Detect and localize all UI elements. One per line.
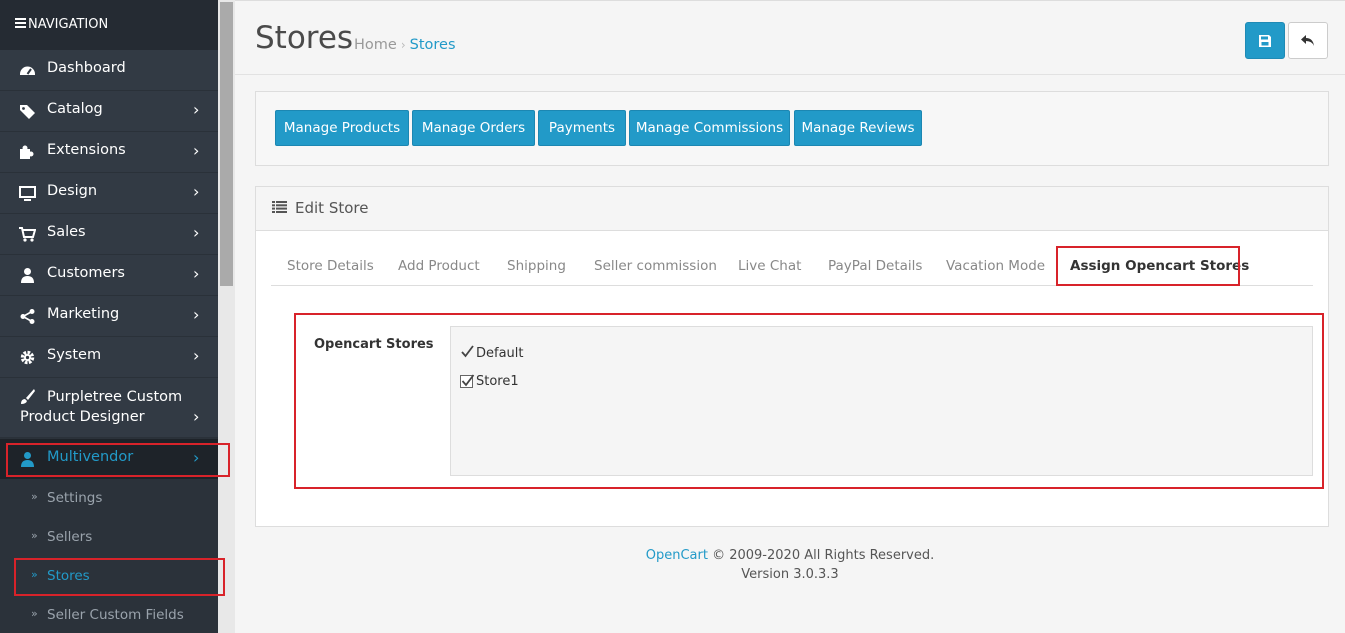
chevron-right-icon: › (193, 100, 200, 119)
tab-add-product[interactable]: Add Product (398, 258, 480, 274)
double-chevron-icon: » (31, 607, 38, 620)
sidebar-item-system[interactable]: System › (0, 337, 218, 378)
page-title: Stores (255, 20, 354, 56)
sidebar-item-label: Customers (47, 265, 125, 281)
panel-heading: Edit Store (256, 187, 1328, 231)
chevron-right-icon: › (193, 407, 200, 426)
version-text: Version 3.0.3.3 (741, 567, 839, 582)
copyright-text: © 2009-2020 All Rights Reserved. (712, 548, 935, 563)
sidebar-item-label: Multivendor (47, 449, 134, 465)
share-icon (19, 308, 36, 325)
opencart-stores-label: Opencart Stores (314, 337, 434, 352)
sidebar-item-customers[interactable]: Customers › (0, 255, 218, 296)
sidebar-item-dashboard[interactable]: Dashboard (0, 50, 218, 91)
sidebar-subitem-label: Stores (47, 568, 90, 584)
save-icon (1259, 34, 1271, 47)
manage-products-button[interactable]: Manage Products (275, 110, 409, 146)
puzzle-icon (19, 144, 36, 161)
manage-commissions-button[interactable]: Manage Commissions (629, 110, 790, 146)
sidebar-item-design[interactable]: Design › (0, 173, 218, 214)
double-chevron-icon: » (31, 529, 38, 542)
sidebar-item-sales[interactable]: Sales › (0, 214, 218, 255)
checkbox-default[interactable] (460, 345, 474, 360)
tags-icon (19, 103, 36, 120)
tab-assign-opencart-stores[interactable]: Assign Opencart Stores (1070, 258, 1249, 274)
chevron-right-icon: › (193, 223, 200, 242)
payments-button[interactable]: Payments (538, 110, 626, 146)
double-chevron-icon: » (31, 490, 38, 503)
back-button[interactable] (1288, 22, 1328, 59)
sidebar-subitem-label: Sellers (47, 529, 93, 545)
tab-shipping[interactable]: Shipping (507, 258, 566, 274)
footer: OpenCart © 2009-2020 All Rights Reserved… (235, 546, 1345, 584)
tab-seller-commission[interactable]: Seller commission (594, 258, 717, 274)
sidebar-subitem-sellers[interactable]: » Sellers (0, 518, 218, 557)
sidebar-item-marketing[interactable]: Marketing › (0, 296, 218, 337)
panel-title: Edit Store (295, 199, 369, 217)
manage-orders-button[interactable]: Manage Orders (412, 110, 535, 146)
checkbox-store1[interactable] (460, 374, 475, 388)
breadcrumb-home[interactable]: Home (354, 37, 397, 53)
chevron-right-icon: › (193, 305, 200, 324)
sidebar-item-label: Design (47, 183, 98, 199)
sidebar: NAVIGATION Dashboard Catalog › Extension… (0, 0, 235, 633)
navigation-label: NAVIGATION (28, 17, 109, 32)
cart-icon (19, 226, 37, 243)
monitor-icon (19, 185, 36, 202)
sidebar-subitem-label: Settings (47, 490, 103, 506)
reply-icon (1301, 34, 1314, 46)
manage-reviews-button[interactable]: Manage Reviews (794, 110, 922, 146)
tab-vacation-mode[interactable]: Vacation Mode (946, 258, 1045, 274)
sidebar-scrollbar[interactable] (218, 0, 235, 633)
chevron-right-icon: › (193, 182, 200, 201)
chevron-right-icon: › (193, 346, 200, 365)
sidebar-item-label: Purpletree Custom Product Designer (20, 389, 183, 425)
breadcrumb-separator: › (400, 38, 406, 52)
sidebar-subitem-stores[interactable]: » Stores (0, 557, 218, 596)
sidebar-item-label: System (47, 347, 102, 363)
sidebar-item-extensions[interactable]: Extensions › (0, 132, 218, 173)
chevron-right-icon: › (193, 141, 200, 160)
sidebar-item-label: Extensions (47, 142, 126, 158)
sidebar-subitem-seller-custom-fields[interactable]: » Seller Custom Fields (0, 596, 218, 633)
user-icon (19, 267, 36, 284)
double-chevron-icon: » (31, 568, 38, 581)
stores-checkbox-list (450, 326, 1313, 476)
store-option-store1[interactable]: Store1 (460, 374, 519, 389)
tab-paypal-details[interactable]: PayPal Details (828, 258, 922, 274)
gear-icon (19, 349, 36, 366)
opencart-link[interactable]: OpenCart (646, 548, 708, 563)
dashboard-icon (19, 62, 36, 79)
navigation-header[interactable]: NAVIGATION (0, 0, 218, 50)
sidebar-subitem-label: Seller Custom Fields (47, 607, 184, 623)
checkmark-icon (461, 345, 474, 358)
breadcrumb: Home › Stores (354, 37, 456, 53)
chevron-right-icon: › (193, 448, 200, 467)
sidebar-item-multivendor[interactable]: Multivendor › (0, 439, 218, 480)
sidebar-subitem-settings[interactable]: » Settings (0, 479, 218, 518)
sidebar-item-purpletree[interactable]: Purpletree Custom Product Designer › (0, 378, 218, 438)
tab-live-chat[interactable]: Live Chat (738, 258, 801, 274)
checkmark-icon (461, 374, 475, 387)
sidebar-item-label: Sales (47, 224, 86, 240)
store-name: Default (476, 346, 524, 361)
sidebar-item-label: Dashboard (47, 60, 126, 76)
save-button[interactable] (1245, 22, 1285, 59)
sidebar-item-catalog[interactable]: Catalog › (0, 91, 218, 132)
store-name: Store1 (476, 374, 519, 389)
list-icon (272, 201, 287, 217)
chevron-right-icon: › (193, 264, 200, 283)
sidebar-item-label: Marketing (47, 306, 120, 322)
sidebar-item-label: Catalog (47, 101, 103, 117)
hamburger-icon (15, 17, 26, 32)
scrollbar-thumb[interactable] (220, 2, 233, 286)
user-icon (19, 451, 36, 468)
breadcrumb-stores[interactable]: Stores (410, 37, 456, 53)
tab-store-details[interactable]: Store Details (287, 258, 374, 274)
store-option-default[interactable]: Default (460, 345, 524, 361)
